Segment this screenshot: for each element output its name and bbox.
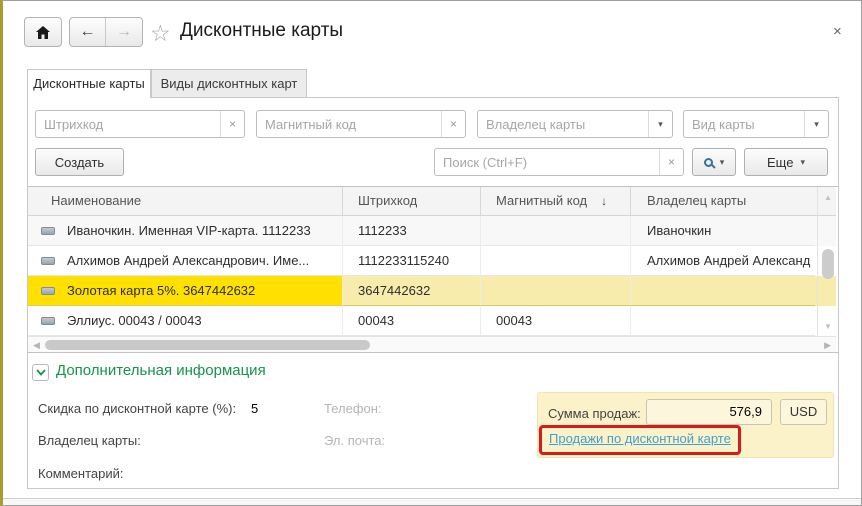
sales-summary-panel: Сумма продаж: 576,9 USD Продажи по диско… xyxy=(537,392,834,458)
barcode-filter-clear-button[interactable]: × xyxy=(220,111,244,137)
card-type-filter-dropdown-button[interactable]: ▾ xyxy=(804,111,828,137)
cell-magnetic xyxy=(481,276,631,306)
cell-owner: Иваночкин xyxy=(631,216,815,246)
chevron-down-icon: ▾ xyxy=(658,118,663,129)
clear-icon: × xyxy=(228,117,236,131)
cell-owner xyxy=(631,276,815,306)
sales-by-card-link[interactable]: Продажи по дисконтной карте xyxy=(549,431,731,446)
forward-button[interactable]: → xyxy=(106,18,142,46)
clear-icon: × xyxy=(449,117,457,131)
discount-card-icon xyxy=(41,287,55,296)
owner-filter-placeholder: Владелец карты xyxy=(486,116,586,132)
column-header-magnetic-label: Магнитный код xyxy=(496,193,588,208)
additional-info-title: Дополнительная информация xyxy=(56,362,266,379)
sales-sum-field[interactable]: 576,9 xyxy=(646,399,772,425)
cell-barcode: 1112233 xyxy=(343,216,481,246)
discount-value: 5 xyxy=(251,401,259,416)
cell-barcode: 1112233115240 xyxy=(343,246,481,276)
cell-magnetic xyxy=(481,216,631,246)
discount-cards-table: Наименование Штрихкод Магнитный код ↓ Вла… xyxy=(28,186,838,353)
cell-name: Золотая карта 5%. 3647442632 xyxy=(28,276,343,306)
search-placeholder: Поиск (Ctrl+F) xyxy=(443,154,528,170)
discount-label: Скидка по дисконтной карте (%): xyxy=(38,401,237,416)
chevron-down-icon xyxy=(35,369,46,376)
owner-label: Владелец карты: xyxy=(38,433,141,448)
card-owner-filter-combo[interactable]: Владелец карты ▾ xyxy=(477,110,673,138)
clear-icon: × xyxy=(667,155,675,169)
phone-label: Телефон: xyxy=(324,401,382,416)
discount-card-icon xyxy=(41,257,55,266)
discount-cards-window: ← → ☆ Дисконтные карты × Дисконтные карт… xyxy=(0,0,862,506)
currency-field[interactable]: USD xyxy=(780,399,827,425)
barcode-filter-placeholder: Штрихкод xyxy=(44,116,104,132)
table-header: Наименование Штрихкод Магнитный код ↓ Вла… xyxy=(28,187,836,216)
annotation-highlight-box: Продажи по дисконтной карте xyxy=(539,425,741,455)
cell-magnetic xyxy=(481,246,631,276)
table-row[interactable]: Эллиус. 00043 / 00043 00043 00043 xyxy=(28,306,836,336)
discount-card-icon xyxy=(41,317,55,326)
page-title: Дисконтные карты xyxy=(180,20,344,41)
chevron-down-icon: ▾ xyxy=(719,156,725,167)
home-icon xyxy=(36,25,50,39)
vertical-scroll-thumb[interactable] xyxy=(822,249,834,279)
table-horizontal-scrollbar[interactable]: ◀ ▶ xyxy=(28,336,836,352)
discount-cards-panel: Штрихкод × Магнитный код × Владелец карт… xyxy=(27,97,839,489)
magnetic-filter-placeholder: Магнитный код xyxy=(265,116,357,132)
sort-descending-icon: ↓ xyxy=(601,194,608,208)
cell-barcode: 3647442632 xyxy=(343,276,481,306)
magnetic-filter-clear-button[interactable]: × xyxy=(441,111,465,137)
search-options-button[interactable]: ▾ xyxy=(692,148,736,176)
column-header-magnetic-code[interactable]: Магнитный код ↓ xyxy=(481,187,631,215)
column-header-barcode[interactable]: Штрихкод xyxy=(343,187,481,215)
search-icon xyxy=(703,157,713,167)
table-row-selected[interactable]: Золотая карта 5%. 3647442632 3647442632 xyxy=(28,276,836,306)
owner-filter-dropdown-button[interactable]: ▾ xyxy=(648,111,672,137)
horizontal-scroll-thumb[interactable] xyxy=(45,340,370,350)
cell-owner xyxy=(631,306,815,336)
chevron-down-icon: ▾ xyxy=(814,118,819,129)
comment-label: Комментарий: xyxy=(38,466,124,481)
scroll-up-icon[interactable]: ▲ xyxy=(824,193,832,202)
column-header-name[interactable]: Наименование xyxy=(28,187,343,215)
table-row[interactable]: Алхимов Андрей Александрович. Име... 111… xyxy=(28,246,836,276)
column-header-owner[interactable]: Владелец карты xyxy=(631,187,815,215)
home-button[interactable] xyxy=(24,17,62,47)
history-nav-group: ← → xyxy=(69,17,143,47)
search-clear-button[interactable]: × xyxy=(659,149,683,175)
create-button-label: Создать xyxy=(54,154,105,170)
forward-icon: → xyxy=(116,23,132,40)
back-icon: ← xyxy=(79,23,96,40)
magnetic-code-filter-input[interactable]: Магнитный код × xyxy=(256,110,466,138)
close-icon[interactable]: × xyxy=(833,23,842,40)
cell-name: Эллиус. 00043 / 00043 xyxy=(28,306,343,336)
cell-barcode: 00043 xyxy=(343,306,481,336)
collapse-group-button[interactable] xyxy=(32,364,49,381)
scroll-down-icon[interactable]: ▼ xyxy=(824,322,832,331)
tab-discount-cards[interactable]: Дисконтные карты xyxy=(27,69,151,98)
scroll-left-icon[interactable]: ◀ xyxy=(33,340,40,351)
sales-sum-label: Сумма продаж: xyxy=(548,406,641,421)
tab-discount-card-types[interactable]: Виды дисконтных карт xyxy=(151,69,307,98)
more-button-label: Еще xyxy=(767,154,794,170)
cell-name: Иваночкин. Именная VIP-карта. 1112233 xyxy=(28,216,343,246)
search-input[interactable]: Поиск (Ctrl+F) × xyxy=(434,148,684,176)
email-label: Эл. почта: xyxy=(324,433,386,448)
card-type-filter-placeholder: Вид карты xyxy=(692,116,755,132)
back-button[interactable]: ← xyxy=(70,18,106,46)
more-button[interactable]: Еще ▾ xyxy=(744,148,828,176)
favorite-star-icon[interactable]: ☆ xyxy=(150,20,171,46)
barcode-filter-input[interactable]: Штрихкод × xyxy=(35,110,245,138)
create-button[interactable]: Создать xyxy=(35,148,124,176)
scroll-right-icon[interactable]: ▶ xyxy=(824,340,831,351)
discount-card-icon xyxy=(41,227,55,236)
card-type-filter-combo[interactable]: Вид карты ▾ xyxy=(683,110,829,138)
cell-owner: Алхимов Андрей Александ xyxy=(631,246,815,276)
table-row[interactable]: Иваночкин. Именная VIP-карта. 1112233 11… xyxy=(28,216,836,246)
cell-magnetic: 00043 xyxy=(481,306,631,336)
cell-name: Алхимов Андрей Александрович. Име... xyxy=(28,246,343,276)
window-bottom-strip xyxy=(3,498,861,505)
table-vertical-scrollbar[interactable]: ▲ ▼ xyxy=(817,187,838,337)
chevron-down-icon: ▾ xyxy=(800,156,805,167)
